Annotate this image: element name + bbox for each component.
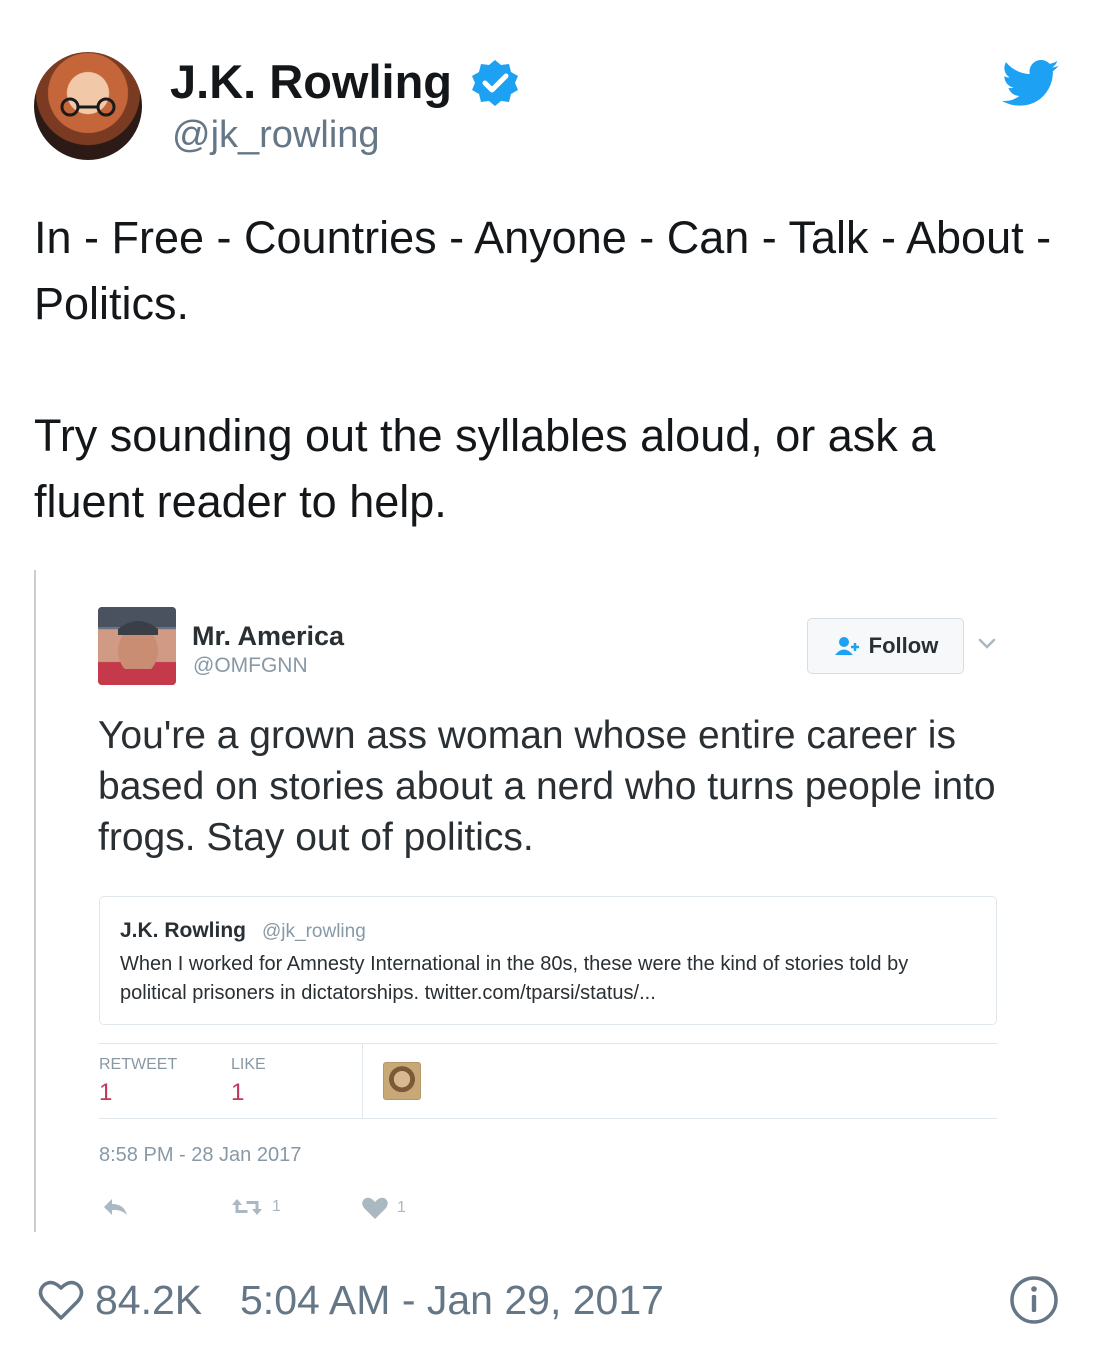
retweet-icon	[232, 1199, 262, 1215]
quoted-tweet-text: When I worked for Amnesty International …	[120, 953, 909, 1004]
follow-button[interactable]: Follow	[807, 618, 964, 674]
stats-divider-vertical	[362, 1043, 363, 1119]
tweet-text: In - Free - Countries - Anyone - Can - T…	[34, 205, 1054, 535]
heart-icon	[362, 1197, 388, 1219]
follow-button-label: Follow	[868, 633, 939, 658]
info-icon[interactable]	[1009, 1275, 1059, 1325]
like-stat-count: 1	[231, 1079, 245, 1106]
like-action-count: 1	[397, 1199, 406, 1216]
embed-left-border	[34, 570, 36, 1232]
embedded-timestamp[interactable]: 8:58 PM - 28 Jan 2017	[99, 1142, 301, 1168]
chevron-down-icon[interactable]	[976, 636, 998, 652]
retweet-action[interactable]: 1	[230, 1196, 281, 1218]
tweet-paragraph-2: Try sounding out the syllables aloud, or…	[34, 410, 936, 527]
like-count: 84.2K	[95, 1277, 203, 1323]
like-heart-icon[interactable]	[38, 1279, 84, 1321]
verified-badge-icon	[472, 60, 518, 106]
retweet-stat-count: 1	[99, 1079, 113, 1106]
retweet-action-count: 1	[272, 1198, 281, 1215]
follow-user-icon	[834, 637, 859, 655]
avatar-glasses	[60, 97, 116, 117]
twitter-bird-icon	[1002, 60, 1059, 106]
liker-avatar[interactable]	[383, 1062, 421, 1100]
author-name[interactable]: J.K. Rowling	[170, 56, 452, 108]
stats-divider-top	[99, 1043, 997, 1044]
like-stat-label: LIKE	[231, 1056, 266, 1073]
reply-action[interactable]	[101, 1196, 129, 1218]
embedded-author-handle[interactable]: @OMFGNN	[193, 653, 308, 679]
retweet-stat[interactable]: RETWEET 1	[99, 1055, 177, 1107]
embedded-avatar-face	[98, 607, 176, 685]
retweet-stat-label: RETWEET	[99, 1056, 178, 1073]
like-stat[interactable]: LIKE 1	[231, 1055, 266, 1107]
tweet-paragraph-1: In - Free - Countries - Anyone - Can - T…	[34, 212, 1052, 329]
author-avatar[interactable]	[34, 52, 142, 160]
tweet-timestamp[interactable]: 5:04 AM - Jan 29, 2017	[240, 1275, 664, 1325]
embedded-tweet-text: You're a grown ass woman whose entire ca…	[98, 714, 996, 859]
reply-icon	[104, 1199, 127, 1215]
like-action[interactable]: 1	[361, 1196, 406, 1220]
author-handle[interactable]: @jk_rowling	[172, 112, 380, 158]
quoted-author-name: J.K. Rowling	[120, 919, 246, 942]
embedded-author-avatar[interactable]	[98, 607, 176, 685]
stats-divider-bottom	[99, 1118, 997, 1119]
quoted-author-handle: @jk_rowling	[262, 921, 366, 942]
embedded-author-name[interactable]: Mr. America	[192, 620, 344, 652]
